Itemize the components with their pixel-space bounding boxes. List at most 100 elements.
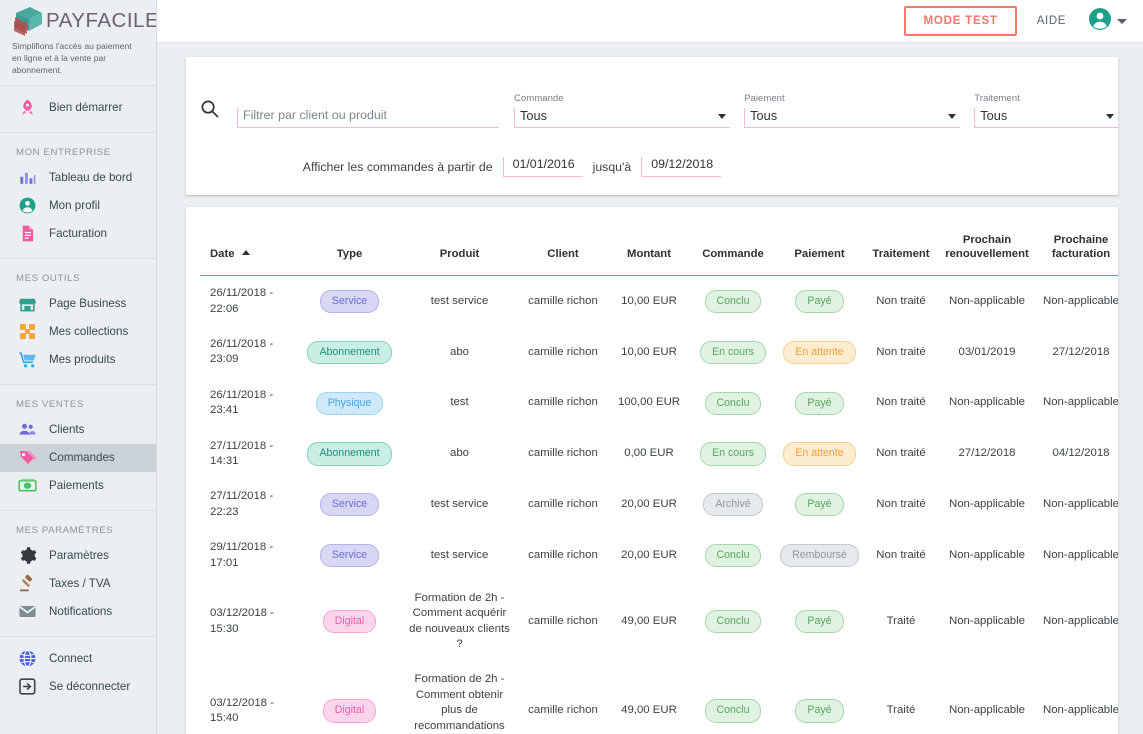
table-row[interactable]: 29/11/2018 - 17:01 Service test service cam… bbox=[200, 530, 1118, 581]
date-from-input[interactable]: 01/01/2016 bbox=[502, 157, 583, 177]
status-badge: Service bbox=[319, 493, 380, 517]
table-row[interactable]: 27/11/2018 - 14:31 Abonnement abo camille r… bbox=[200, 429, 1118, 480]
bar-chart-icon bbox=[17, 168, 37, 188]
sidebar-item-taxes-tva[interactable]: Taxes / TVA bbox=[0, 570, 156, 598]
status-badge: Payé bbox=[795, 699, 844, 723]
chevron-down-icon bbox=[1117, 18, 1127, 24]
date-range-prefix: Afficher les commandes à partir de bbox=[302, 160, 493, 174]
date-to-input[interactable]: 09/12/2018 bbox=[641, 157, 722, 177]
cell-produit: test service bbox=[430, 294, 489, 307]
globe-icon bbox=[17, 649, 37, 669]
column-header-produit[interactable]: Produit bbox=[401, 207, 518, 276]
mode-test-button[interactable]: MODE TEST bbox=[904, 6, 1017, 36]
sidebar-item-clients[interactable]: Clients bbox=[0, 416, 156, 444]
column-header-type[interactable]: Type bbox=[298, 207, 401, 276]
cell-type: Service bbox=[298, 530, 401, 581]
cell-renouvellement: Non-applicable bbox=[949, 614, 1025, 627]
column-header-date[interactable]: Date bbox=[200, 207, 298, 276]
cell-montant: 10,00 EUR bbox=[621, 345, 677, 358]
status-badge: Service bbox=[319, 543, 380, 568]
sidebar-item-mes-produits[interactable]: Mes produits bbox=[0, 346, 156, 374]
sidebar-item-paiements[interactable]: Paiements bbox=[0, 472, 156, 500]
cell-produit: test service bbox=[430, 498, 489, 511]
search-input[interactable] bbox=[237, 108, 499, 128]
paiement-filter-value: Tous bbox=[750, 108, 778, 123]
sidebar-item-label: Taxes / TVA bbox=[49, 577, 111, 591]
status-badge: En cours bbox=[700, 442, 766, 466]
commande-filter[interactable]: Commande Tous bbox=[514, 93, 731, 128]
sidebar-item-connect[interactable]: Connect bbox=[0, 645, 156, 673]
cell-paiement: Payé bbox=[776, 581, 863, 663]
table-row[interactable]: 03/12/2018 - 15:40 Digital Formation de 2h… bbox=[200, 662, 1118, 734]
column-header-traitement[interactable]: Traitement bbox=[863, 207, 939, 276]
column-header-prochain-renouvellement[interactable]: Prochain renouvellement bbox=[939, 207, 1035, 276]
cell-traitement: Non traité bbox=[876, 294, 926, 307]
status-badge: En attente bbox=[783, 442, 856, 466]
cell-paiement: En attente bbox=[776, 429, 863, 480]
document-icon bbox=[17, 224, 37, 244]
sidebar-item-se-d-connecter[interactable]: Se déconnecter bbox=[0, 673, 156, 701]
commande-filter-value: Tous bbox=[520, 108, 548, 123]
cell-renouvellement: 27/12/2018 bbox=[958, 447, 1016, 460]
sidebar-item-mes-collections[interactable]: Mes collections bbox=[0, 318, 156, 346]
sidebar-item-param-tres[interactable]: Paramètres bbox=[0, 542, 156, 570]
cell-date: 29/11/2018 - 17:01 bbox=[210, 541, 274, 569]
column-header-paiement[interactable]: Paiement bbox=[776, 207, 863, 276]
sidebar-section-title: MES PARAMÈTRES bbox=[16, 524, 114, 536]
search-group bbox=[200, 99, 499, 128]
column-header-client[interactable]: Client bbox=[518, 207, 608, 276]
cell-produit: abo bbox=[449, 345, 469, 358]
cell-type: Service bbox=[298, 276, 401, 327]
cell-type: Abonnement bbox=[298, 429, 401, 480]
sidebar-item-bien-d-marrer[interactable]: Bien démarrer bbox=[0, 94, 156, 122]
help-link[interactable]: AIDE bbox=[1037, 15, 1066, 27]
traitement-filter-label: Traitement bbox=[974, 93, 1020, 104]
brand-tagline: Simplifions l'accès au paiement en ligne… bbox=[12, 41, 132, 75]
table-row[interactable]: 26/11/2018 - 23:09 Abonnement abo camille r… bbox=[200, 327, 1118, 378]
sidebar-item-page-business[interactable]: Page Business bbox=[0, 290, 156, 318]
cell-montant: 10,00 EUR bbox=[621, 294, 677, 307]
page-content: Commande Tous Paiement Tous bbox=[157, 43, 1143, 734]
cell-montant: 20,00 EUR bbox=[621, 498, 677, 511]
column-header-montant[interactable]: Montant bbox=[608, 207, 690, 276]
cell-renouvellement: Non-applicable bbox=[949, 548, 1025, 561]
cell-type: Digital bbox=[298, 581, 401, 663]
account-menu[interactable] bbox=[1088, 7, 1127, 36]
cell-facturation: Non-applicable bbox=[1043, 396, 1118, 409]
cell-date: 03/12/2018 - 15:30 bbox=[210, 607, 274, 635]
sidebar-item-mon-profil[interactable]: Mon profil bbox=[0, 192, 156, 220]
paiement-filter[interactable]: Paiement Tous bbox=[744, 93, 961, 128]
table-header-row: Date Type Produit Client Montant Commande Paie… bbox=[200, 207, 1118, 276]
traitement-filter[interactable]: Traitement Tous bbox=[974, 93, 1119, 128]
sidebar-section-title: MON ENTREPRISE bbox=[16, 146, 111, 158]
sidebar-item-tableau-de-bord[interactable]: Tableau de bord bbox=[0, 164, 156, 192]
book-logo-icon bbox=[12, 5, 48, 37]
column-header-label: Date bbox=[210, 248, 235, 261]
brand-block[interactable]: PAYFACILE Simplifions l'accès au paiemen… bbox=[0, 0, 156, 85]
cell-date: 26/11/2018 - 22:06 bbox=[210, 287, 274, 315]
sidebar-item-commandes[interactable]: Commandes bbox=[0, 443, 156, 472]
cell-paiement: Payé bbox=[776, 378, 863, 429]
table-row[interactable]: 26/11/2018 - 22:06 Service test service cam… bbox=[200, 276, 1118, 327]
filters-card: Commande Tous Paiement Tous bbox=[186, 57, 1119, 195]
main-area: MODE TEST AIDE Filtrer par client ou pro… bbox=[157, 0, 1143, 734]
column-header-commande[interactable]: Commande bbox=[690, 207, 776, 276]
sidebar-item-label: Facturation bbox=[49, 227, 107, 241]
table-row[interactable]: 03/12/2018 - 15:30 Digital Formation de 2h… bbox=[200, 581, 1118, 663]
table-row[interactable]: 26/11/2018 - 23:41 Physique test camille ri… bbox=[200, 378, 1118, 429]
cell-produit: test bbox=[450, 396, 469, 409]
status-badge: Abonnement bbox=[307, 442, 392, 466]
status-badge: Archivé bbox=[703, 493, 763, 517]
sidebar-item-notifications[interactable]: Notifications bbox=[0, 598, 156, 626]
column-header-prochaine-facturation[interactable]: Prochaine facturation bbox=[1035, 207, 1118, 276]
sidebar-item-label: Bien démarrer bbox=[49, 101, 123, 115]
date-range-middle: jusqu'à bbox=[592, 160, 632, 174]
sidebar-item-facturation[interactable]: Facturation bbox=[0, 220, 156, 248]
cell-type: Digital bbox=[298, 662, 401, 734]
status-badge: Conclu bbox=[704, 289, 762, 314]
cell-traitement: Traité bbox=[886, 614, 916, 627]
sidebar: PAYFACILE Simplifions l'accès au paiemen… bbox=[0, 0, 157, 734]
cell-produit: Formation de 2h - Comment acquérir de no… bbox=[409, 591, 510, 651]
table-row[interactable]: 27/11/2018 - 22:23 Service test service cam… bbox=[200, 479, 1118, 530]
sort-ascending-icon bbox=[241, 250, 250, 256]
